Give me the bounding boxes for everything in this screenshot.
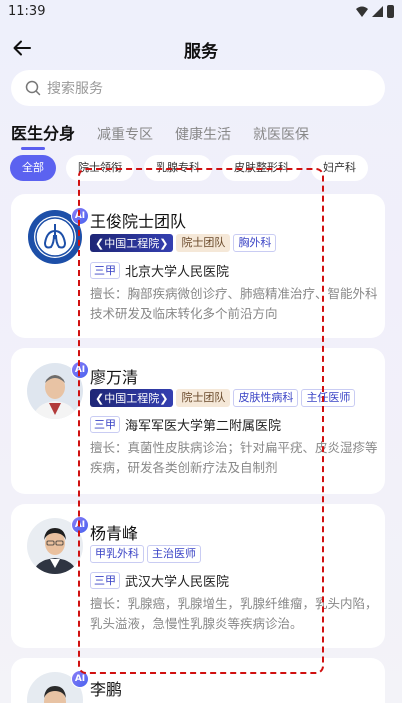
avatar: AI	[27, 361, 89, 419]
chip-dermatology[interactable]: 皮肤整形科	[222, 155, 301, 181]
ai-badge: AI	[71, 516, 89, 534]
status-icons	[356, 5, 394, 18]
doctor-name: 廖万清	[90, 368, 139, 387]
tag: 主任医师	[301, 389, 356, 407]
doctor-name: 杨青峰	[90, 524, 139, 543]
chip-breast[interactable]: 乳腺专科	[144, 155, 212, 181]
tag: 主治医师	[147, 545, 201, 563]
tag: 胸外科	[233, 234, 277, 252]
doctor-name: 李鹏	[90, 680, 123, 699]
doctor-card[interactable]: AI 李鹏	[11, 658, 385, 703]
chip-all[interactable]: 全部	[10, 155, 56, 181]
grade-badge: 三甲	[90, 262, 120, 279]
avatar: AI	[27, 207, 89, 265]
signal-icon	[372, 6, 383, 17]
tab-weight-loss[interactable]: 减重专区	[97, 124, 153, 144]
filter-chips: 全部 院士领衔 乳腺专科 皮肤整形科 妇产科	[10, 155, 402, 183]
avatar: AI	[27, 670, 89, 703]
doctor-description: 擅长：真菌性皮肤病诊治；针对扁平疣、皮炎湿疹等疾病，研发各类创新疗法及自制剂	[90, 440, 378, 475]
avatar: AI	[27, 516, 89, 574]
doctor-card[interactable]: AI 廖万清 ❮ 中国工程院 ❯ 院士团队 皮肤性病科 主任医师 三甲 海军军医大学…	[11, 348, 385, 494]
wifi-icon	[356, 6, 368, 17]
doctor-description: 擅长：胸部疾病微创诊疗、肺癌精准治疗、智能外科技术研发及临床转化多个前沿方向	[90, 286, 378, 321]
tag-row: ❮ 中国工程院 ❯ 院士团队 皮肤性病科 主任医师	[90, 389, 356, 407]
doctor-description: 擅长：乳腺癌，乳腺增生，乳腺纤维瘤，乳头内陷，乳头溢液，急慢性乳腺炎等疾病诊治。	[90, 596, 378, 631]
tag: 甲乳外科	[90, 545, 144, 563]
hospital-name: 北京大学人民医院	[125, 265, 230, 280]
search-icon	[25, 80, 41, 96]
tab-medical-insurance[interactable]: 就医医保	[253, 124, 309, 144]
header: 服务	[0, 30, 402, 66]
ai-badge: AI	[71, 361, 89, 379]
ai-badge: AI	[71, 670, 89, 688]
ai-badge: AI	[71, 207, 89, 225]
status-bar: 11:39	[0, 0, 402, 24]
tag-row: ❮ 中国工程院 ❯ 院士团队 胸外科	[90, 234, 277, 252]
hospital-name: 海军军医大学第二附属医院	[125, 419, 282, 434]
search-placeholder: 搜索服务	[47, 81, 103, 97]
chip-obstetrics[interactable]: 妇产科	[311, 155, 368, 181]
hospital-row: 三甲 北京大学人民医院	[90, 261, 229, 280]
search-input[interactable]: 搜索服务	[11, 70, 385, 106]
doctor-name: 王俊院士团队	[90, 212, 187, 231]
doctor-card[interactable]: AI 杨青峰 甲乳外科 主治医师 三甲 武汉大学人民医院 擅长：乳腺癌，乳腺增生…	[11, 504, 385, 648]
tag: 皮肤性病科	[233, 389, 299, 407]
doctor-card[interactable]: AI 王俊院士团队 ❮ 中国工程院 ❯ 院士团队 胸外科 三甲 北京大学人民医院 擅…	[11, 194, 385, 338]
tab-healthy-living[interactable]: 健康生活	[175, 124, 231, 144]
chip-academician[interactable]: 院士领衔	[66, 155, 134, 181]
hospital-row: 三甲 海军军医大学第二附属医院	[90, 415, 281, 434]
tag: 院士团队	[176, 234, 231, 252]
hospital-row: 三甲 武汉大学人民医院	[90, 571, 229, 590]
category-tabs: 医生分身 减重专区 健康生活 就医医保	[11, 118, 331, 150]
battery-icon	[387, 5, 394, 18]
hospital-name: 武汉大学人民医院	[125, 575, 230, 590]
grade-badge: 三甲	[90, 572, 120, 589]
tag-row: 甲乳外科 主治医师	[90, 545, 201, 563]
cae-badge: ❮ 中国工程院 ❯	[90, 234, 174, 252]
tab-doctor-avatar[interactable]: 医生分身	[11, 120, 75, 150]
cae-badge: ❮ 中国工程院 ❯	[90, 389, 174, 407]
status-time: 11:39	[8, 4, 46, 19]
tag: 院士团队	[176, 389, 231, 407]
grade-badge: 三甲	[90, 416, 120, 433]
page-title: 服务	[184, 42, 218, 62]
